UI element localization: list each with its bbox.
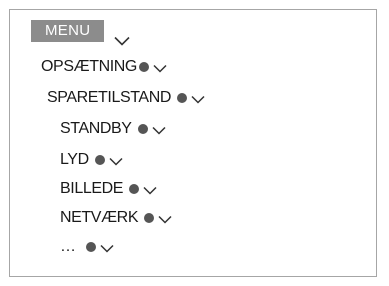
menu-item-sparetilstand[interactable]: SPARETILSTAND (47, 87, 205, 109)
menu-item-billede[interactable]: BILLEDE (60, 178, 157, 200)
menu-item-opsaetning[interactable]: OPSÆTNING (41, 56, 167, 78)
menu-item-lyd[interactable]: LYD (60, 149, 123, 171)
chevron-down-icon[interactable] (114, 33, 130, 46)
bullet-dot-icon (137, 124, 148, 134)
menu-item-label: LYD (60, 151, 89, 168)
menu-row: MENU (31, 20, 130, 46)
menu-item-label: SPARETILSTAND (47, 89, 172, 106)
menu-panel: MENU OPSÆTNING SPARETILSTAND STANDBY LYD (9, 9, 377, 277)
menu-item-more[interactable]: … (60, 236, 114, 258)
bullet-dot-icon (94, 155, 105, 165)
menu-item-label: BILLEDE (60, 180, 124, 197)
bullet-dot-icon (144, 213, 155, 223)
menu-button[interactable]: MENU (31, 20, 105, 42)
chevron-down-icon[interactable] (153, 64, 167, 73)
menu-item-label: OPSÆTNING (41, 58, 137, 75)
menu-item-netvaerk[interactable]: NETVÆRK (60, 207, 172, 229)
chevron-down-icon[interactable] (152, 126, 166, 135)
menu-item-label: STANDBY (60, 120, 132, 137)
menu-item-label: NETVÆRK (60, 209, 139, 226)
chevron-down-icon[interactable] (191, 95, 205, 104)
bullet-dot-icon (138, 62, 149, 72)
chevron-down-icon[interactable] (143, 186, 157, 195)
menu-item-standby[interactable]: STANDBY (60, 118, 166, 140)
chevron-down-icon[interactable] (109, 157, 123, 166)
menu-item-label: … (60, 238, 76, 255)
chevron-down-icon[interactable] (158, 215, 172, 224)
bullet-dot-icon (85, 242, 96, 252)
chevron-down-icon[interactable] (100, 244, 114, 253)
bullet-dot-icon (129, 184, 140, 194)
bullet-dot-icon (177, 93, 188, 103)
